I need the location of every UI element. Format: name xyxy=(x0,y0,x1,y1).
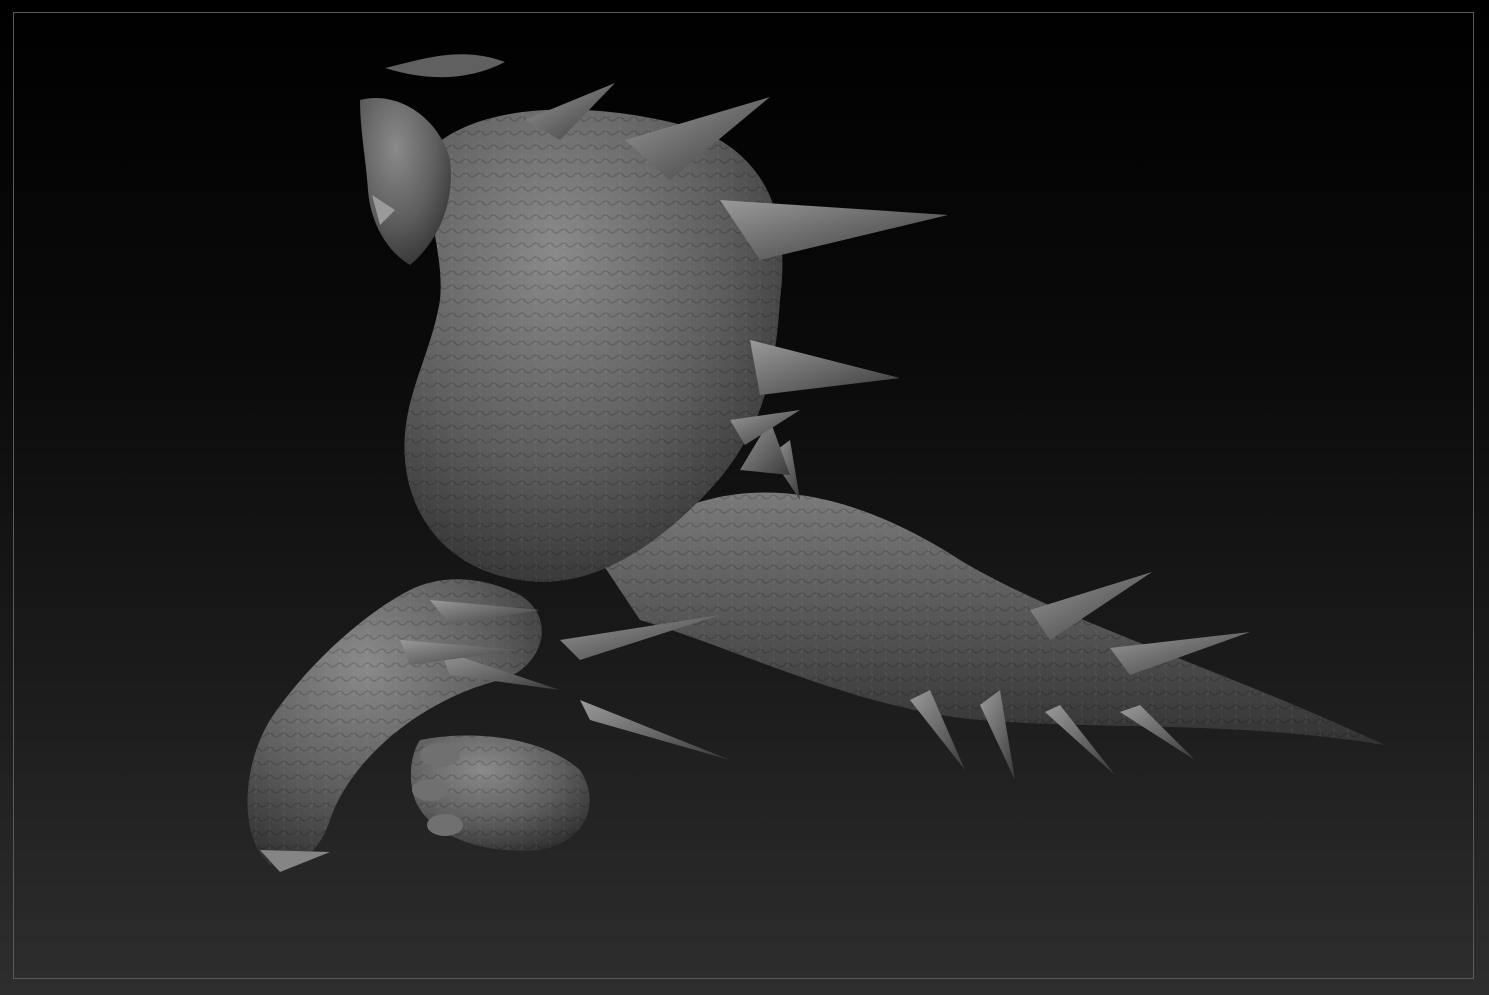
document-viewport[interactable] xyxy=(0,0,1489,995)
sculpted-creature-model[interactable] xyxy=(0,0,1489,995)
